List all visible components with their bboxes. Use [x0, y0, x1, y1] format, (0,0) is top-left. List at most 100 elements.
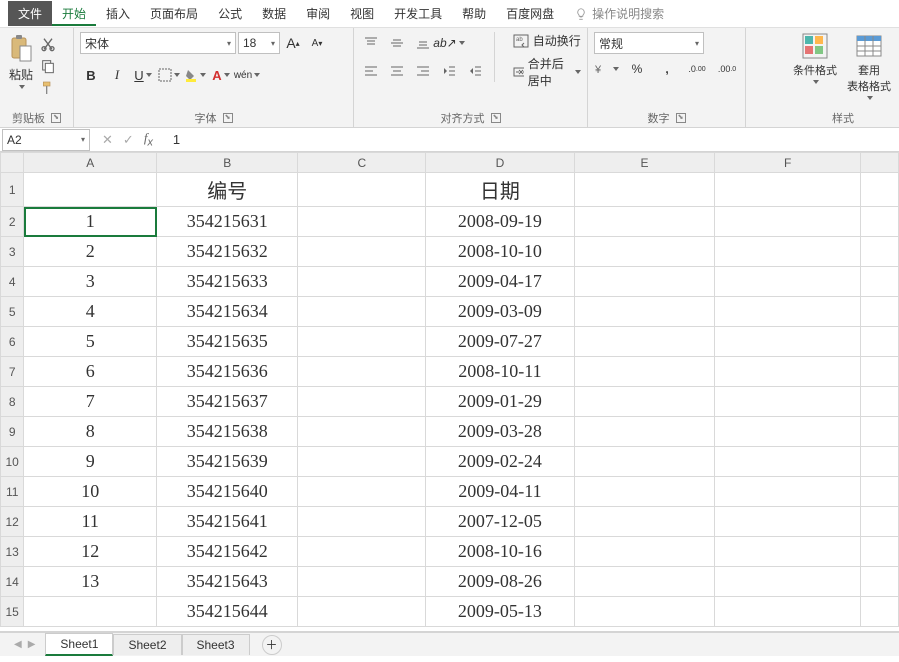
increase-font-icon[interactable]: A▴: [282, 32, 304, 54]
cell-C9[interactable]: [298, 417, 426, 447]
menu-baidu[interactable]: 百度网盘: [496, 1, 564, 26]
cell-E2[interactable]: [574, 207, 715, 237]
cell-A8[interactable]: 7: [24, 387, 157, 417]
paste-button[interactable]: 粘贴: [6, 32, 36, 91]
cell-A12[interactable]: 11: [24, 507, 157, 537]
row-header-2[interactable]: 2: [1, 207, 24, 237]
wrap-text-button[interactable]: ab 自动换行: [513, 32, 581, 49]
tell-me[interactable]: 操作说明搜索: [574, 5, 664, 22]
cell-D15[interactable]: 2009-05-13: [426, 597, 574, 627]
enter-icon[interactable]: ✓: [123, 132, 134, 148]
cell-F11[interactable]: [715, 477, 861, 507]
tab-nav-next-icon[interactable]: ▶: [28, 639, 36, 650]
copy-icon[interactable]: [40, 58, 56, 74]
phonetic-button[interactable]: wén: [236, 64, 258, 86]
font-size-select[interactable]: 18▾: [238, 32, 280, 54]
cell-B15[interactable]: 354215644: [157, 597, 298, 627]
cell-C8[interactable]: [298, 387, 426, 417]
cell-D13[interactable]: 2008-10-16: [426, 537, 574, 567]
row-header-11[interactable]: 11: [1, 477, 24, 507]
row-header-15[interactable]: 15: [1, 597, 24, 627]
cell-F4[interactable]: [715, 267, 861, 297]
cell-D2[interactable]: 2008-09-19: [426, 207, 574, 237]
cell-D14[interactable]: 2009-08-26: [426, 567, 574, 597]
row-header-6[interactable]: 6: [1, 327, 24, 357]
italic-button[interactable]: I: [106, 64, 128, 86]
row-header-9[interactable]: 9: [1, 417, 24, 447]
cell-F8[interactable]: [715, 387, 861, 417]
conditional-format-button[interactable]: 条件格式: [793, 32, 837, 84]
cell-B14[interactable]: 354215643: [157, 567, 298, 597]
cell-E11[interactable]: [574, 477, 715, 507]
formula-input[interactable]: 1: [165, 132, 899, 147]
cell-B11[interactable]: 354215640: [157, 477, 298, 507]
align-launcher[interactable]: ⬊: [491, 113, 501, 123]
cell-E4[interactable]: [574, 267, 715, 297]
cell-C11[interactable]: [298, 477, 426, 507]
fill-color-button[interactable]: [184, 64, 206, 86]
cell-B7[interactable]: 354215636: [157, 357, 298, 387]
cell-D7[interactable]: 2008-10-11: [426, 357, 574, 387]
cell-A4[interactable]: 3: [24, 267, 157, 297]
align-top-icon[interactable]: [360, 32, 382, 54]
cell-D5[interactable]: 2009-03-09: [426, 297, 574, 327]
align-right-icon[interactable]: [412, 60, 434, 82]
cell-A1[interactable]: [24, 173, 157, 207]
row-header-13[interactable]: 13: [1, 537, 24, 567]
clipboard-launcher[interactable]: ⬊: [51, 113, 61, 123]
cell-D8[interactable]: 2009-01-29: [426, 387, 574, 417]
cell-E10[interactable]: [574, 447, 715, 477]
menu-file[interactable]: 文件: [8, 1, 52, 26]
align-bottom-icon[interactable]: [412, 32, 434, 54]
add-sheet-button[interactable]: ＋: [262, 635, 282, 655]
cell-E13[interactable]: [574, 537, 715, 567]
orientation-button[interactable]: ab↗: [438, 32, 460, 54]
cell-E15[interactable]: [574, 597, 715, 627]
cell-E8[interactable]: [574, 387, 715, 417]
cut-icon[interactable]: [40, 36, 56, 52]
cell-B5[interactable]: 354215634: [157, 297, 298, 327]
cell-F5[interactable]: [715, 297, 861, 327]
cell-D6[interactable]: 2009-07-27: [426, 327, 574, 357]
number-format-select[interactable]: 常规▾: [594, 32, 704, 54]
cell-C10[interactable]: [298, 447, 426, 477]
row-header-3[interactable]: 3: [1, 237, 24, 267]
menu-formulas[interactable]: 公式: [208, 1, 252, 26]
cell-C12[interactable]: [298, 507, 426, 537]
cell-F15[interactable]: [715, 597, 861, 627]
cancel-icon[interactable]: ✕: [102, 132, 113, 148]
cell-E5[interactable]: [574, 297, 715, 327]
align-center-icon[interactable]: [386, 60, 408, 82]
row-header-5[interactable]: 5: [1, 297, 24, 327]
cell-D11[interactable]: 2009-04-11: [426, 477, 574, 507]
cell-D10[interactable]: 2009-02-24: [426, 447, 574, 477]
cell-E9[interactable]: [574, 417, 715, 447]
cell-E7[interactable]: [574, 357, 715, 387]
cell-A13[interactable]: 12: [24, 537, 157, 567]
cell-B9[interactable]: 354215638: [157, 417, 298, 447]
cell-C15[interactable]: [298, 597, 426, 627]
cell-E1[interactable]: [574, 173, 715, 207]
fx-icon[interactable]: fx: [144, 130, 153, 149]
bold-button[interactable]: B: [80, 64, 102, 86]
cell-F1[interactable]: [715, 173, 861, 207]
cell-F7[interactable]: [715, 357, 861, 387]
row-header-4[interactable]: 4: [1, 267, 24, 297]
cell-A10[interactable]: 9: [24, 447, 157, 477]
cell-F2[interactable]: [715, 207, 861, 237]
cell-B6[interactable]: 354215635: [157, 327, 298, 357]
cell-B13[interactable]: 354215642: [157, 537, 298, 567]
cell-A9[interactable]: 8: [24, 417, 157, 447]
cell-A14[interactable]: 13: [24, 567, 157, 597]
column-header-C[interactable]: C: [298, 153, 426, 173]
cell-A6[interactable]: 5: [24, 327, 157, 357]
indent-decrease-icon[interactable]: [438, 60, 460, 82]
cell-E6[interactable]: [574, 327, 715, 357]
cell-A15[interactable]: [24, 597, 157, 627]
cell-B4[interactable]: 354215633: [157, 267, 298, 297]
cell-D4[interactable]: 2009-04-17: [426, 267, 574, 297]
font-name-select[interactable]: 宋体▾: [80, 32, 236, 54]
cell-F13[interactable]: [715, 537, 861, 567]
cell-C5[interactable]: [298, 297, 426, 327]
cell-F9[interactable]: [715, 417, 861, 447]
